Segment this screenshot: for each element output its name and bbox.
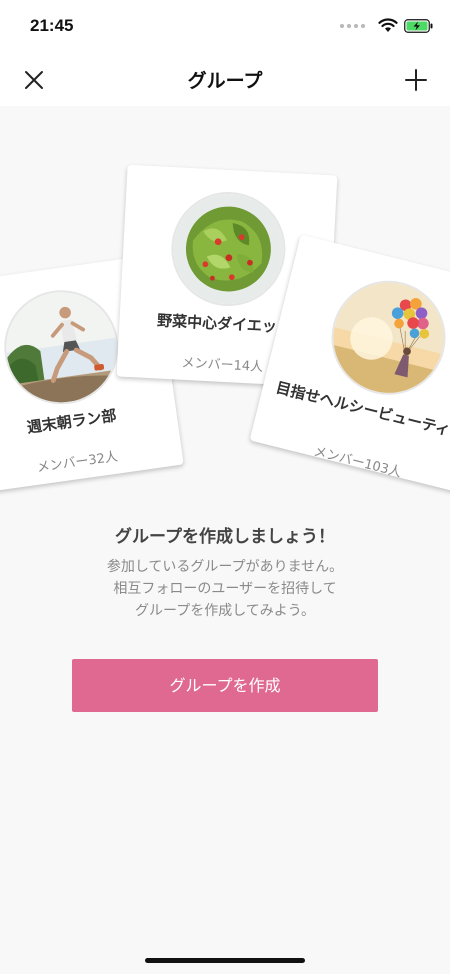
cellular-signal-icon	[340, 24, 365, 28]
salad-photo	[168, 189, 289, 309]
group-member-count: メンバー32人	[36, 449, 119, 476]
create-group-button[interactable]: グループを作成	[72, 659, 378, 712]
battery-charging-icon	[404, 19, 433, 33]
empty-state-line: グループを作成してみよう。	[135, 603, 315, 619]
empty-state-title: グループを作成しましょう！	[115, 527, 335, 547]
balloons-photo	[319, 268, 450, 407]
group-member-count: メンバー103人	[312, 444, 403, 481]
empty-state-line: 参加しているグループがありません。	[106, 559, 344, 575]
status-bar: 21:45	[0, 0, 450, 54]
page-title: グループ	[187, 70, 263, 92]
empty-state-line: 相互フォローのユーザーを招待して	[113, 581, 337, 597]
wifi-icon	[378, 18, 398, 32]
group-name: 週末朝ラン部	[25, 406, 118, 437]
plus-icon[interactable]	[402, 66, 430, 94]
navigation-bar: グループ	[0, 54, 450, 106]
status-time: 21:45	[30, 16, 74, 35]
home-indicator	[145, 958, 305, 963]
empty-state-description: 参加しているグループがありません。 相互フォローのユーザーを招待して グループを…	[0, 556, 450, 622]
runner-photo	[0, 282, 126, 412]
